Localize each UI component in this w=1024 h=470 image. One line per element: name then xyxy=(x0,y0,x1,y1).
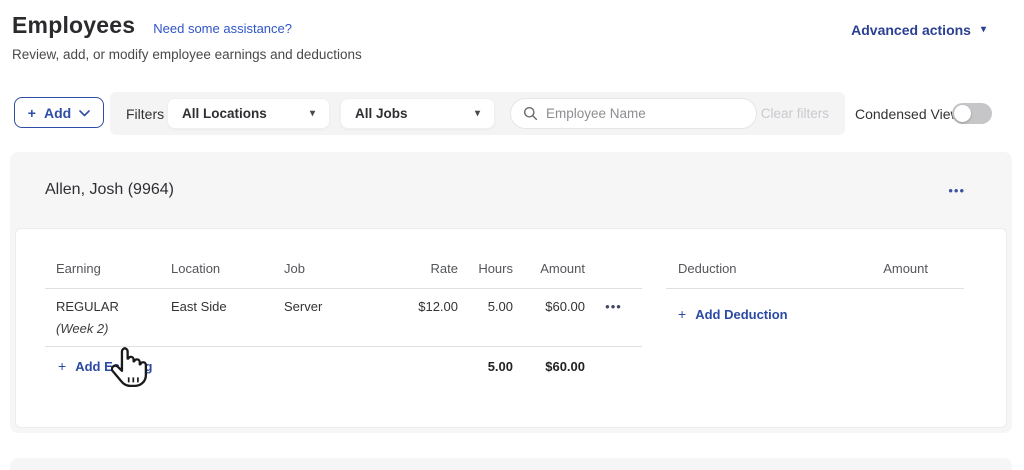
location-filter-select[interactable]: All Locations ▾ xyxy=(167,98,330,129)
deductions-col-deduction: Deduction xyxy=(678,261,737,276)
employee-name: Allen, Josh (9964) xyxy=(45,181,174,198)
employee-search-box xyxy=(510,98,757,129)
add-earning-label: Add Earning xyxy=(75,358,153,374)
toggle-knob xyxy=(954,105,971,122)
hours-cell: 5.00 xyxy=(487,299,513,314)
employee-card: Allen, Josh (9964) ••• Earning Location … xyxy=(10,152,1012,433)
page-header: Employees Need some assistance? Review, … xyxy=(12,12,1012,62)
job-filter-select[interactable]: All Jobs ▾ xyxy=(340,98,495,129)
rate-cell: $12.00 xyxy=(418,299,458,314)
job-filter-value: All Jobs xyxy=(355,106,408,121)
filter-band: Filters All Locations ▾ All Jobs ▾ Clear… xyxy=(110,92,845,135)
employee-card-body: Earning Location Job Rate Hours Amount R… xyxy=(15,228,1007,428)
location-cell: East Side xyxy=(171,299,227,314)
deductions-table: Deduction Amount + Add Deduction xyxy=(666,249,964,427)
earning-row: REGULAR (Week 2) East Side Server $12.00… xyxy=(45,289,642,347)
earnings-col-earning: Earning xyxy=(56,261,101,276)
earning-week: (Week 2) xyxy=(56,321,109,336)
total-amount: $60.00 xyxy=(545,358,585,374)
earnings-col-location: Location xyxy=(171,261,221,276)
next-employee-card[interactable] xyxy=(10,458,1012,470)
page-subtitle: Review, add, or modify employee earnings… xyxy=(12,47,362,62)
add-deduction-label: Add Deduction xyxy=(695,306,788,322)
plus-icon: + xyxy=(678,306,687,322)
deductions-header-row: Deduction Amount xyxy=(666,249,964,289)
employee-menu-button[interactable]: ••• xyxy=(948,184,965,197)
condensed-view-toggle[interactable] xyxy=(952,103,992,124)
plus-icon: + xyxy=(58,358,67,374)
clear-filters-button[interactable]: Clear filters xyxy=(761,92,829,135)
advanced-actions-button[interactable]: Advanced actions ▾ xyxy=(851,22,986,38)
filters-label: Filters xyxy=(126,105,165,122)
add-earning-button[interactable]: + Add Earning xyxy=(58,358,152,374)
add-deduction-button[interactable]: + Add Deduction xyxy=(678,306,788,322)
add-button[interactable]: + Add xyxy=(14,97,104,128)
earning-type: REGULAR xyxy=(56,299,119,314)
location-filter-value: All Locations xyxy=(182,106,267,121)
page-title: Employees xyxy=(12,12,136,38)
deductions-col-amount: Amount xyxy=(883,261,928,276)
assistance-link[interactable]: Need some assistance? xyxy=(153,21,292,36)
caret-down-icon: ▾ xyxy=(980,24,986,35)
total-hours: 5.00 xyxy=(487,358,513,374)
employee-card-header: Allen, Josh (9964) ••• xyxy=(10,152,1012,228)
earnings-col-amount: Amount xyxy=(540,261,585,276)
earnings-col-job: Job xyxy=(284,261,305,276)
employee-search-input[interactable] xyxy=(546,106,744,121)
earnings-col-rate: Rate xyxy=(430,261,458,276)
search-icon xyxy=(524,107,538,121)
plus-icon: + xyxy=(27,104,36,121)
amount-cell: $60.00 xyxy=(545,299,585,314)
earnings-table: Earning Location Job Rate Hours Amount R… xyxy=(45,249,642,427)
earnings-header-row: Earning Location Job Rate Hours Amount xyxy=(45,249,642,289)
condensed-view-label: Condensed View xyxy=(855,105,961,122)
earnings-footer-row: + Add Earning 5.00 $60.00 xyxy=(45,347,642,385)
advanced-actions-label: Advanced actions xyxy=(851,22,971,38)
add-button-label: Add xyxy=(43,104,72,121)
caret-down-icon: ▾ xyxy=(309,107,315,119)
job-cell: Server xyxy=(284,299,323,314)
caret-down-icon: ▾ xyxy=(474,107,480,119)
chevron-down-icon xyxy=(79,109,91,116)
earnings-col-hours: Hours xyxy=(478,261,513,276)
earning-row-menu-button[interactable]: ••• xyxy=(605,300,622,313)
toolbar: + Add Filters All Locations ▾ All Jobs ▾… xyxy=(0,92,1024,135)
earning-cell: REGULAR (Week 2) xyxy=(45,299,171,336)
